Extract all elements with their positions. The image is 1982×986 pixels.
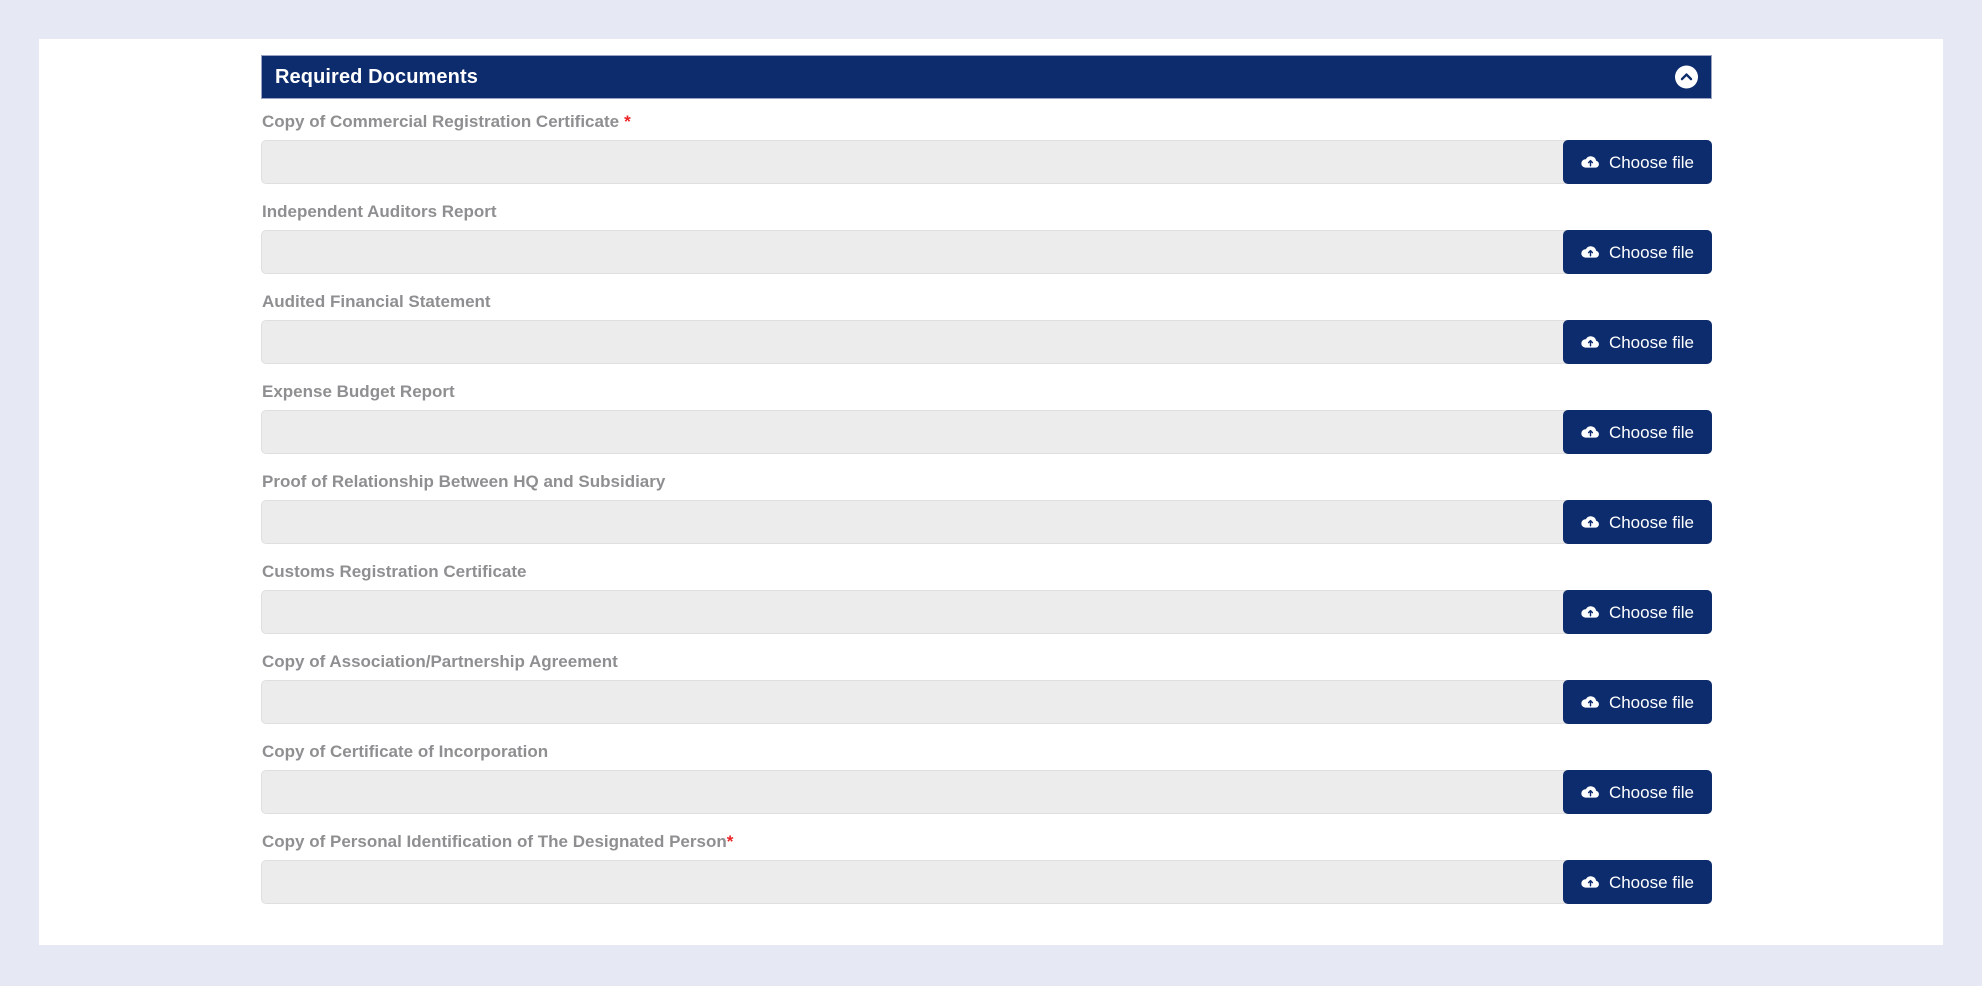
cloud-upload-icon <box>1581 515 1599 528</box>
file-name-input[interactable] <box>261 410 1712 454</box>
document-row: Independent Auditors Report Choose file <box>261 203 1712 293</box>
document-label: Proof of Relationship Between HQ and Sub… <box>261 473 1712 490</box>
document-row: Audited Financial Statement Choose file <box>261 293 1712 383</box>
file-upload-control: Choose file <box>261 770 1712 814</box>
choose-file-button[interactable]: Choose file <box>1562 230 1712 274</box>
choose-file-button[interactable]: Choose file <box>1562 320 1712 364</box>
document-label-text: Copy of Personal Identification of The D… <box>262 832 727 851</box>
document-label-text: Audited Financial Statement <box>262 292 491 311</box>
choose-file-button[interactable]: Choose file <box>1562 770 1712 814</box>
document-row: Proof of Relationship Between HQ and Sub… <box>261 473 1712 563</box>
chevron-up-icon[interactable] <box>1675 65 1698 89</box>
document-label-text: Independent Auditors Report <box>262 202 497 221</box>
cloud-upload-icon <box>1581 245 1599 258</box>
document-row: Copy of Certificate of Incorporation Cho… <box>261 743 1712 833</box>
document-label-text: Copy of Commercial Registration Certific… <box>262 112 620 131</box>
document-label: Expense Budget Report <box>261 383 1712 400</box>
panel-header: Required Documents <box>261 55 1712 99</box>
choose-file-label: Choose file <box>1608 602 1694 622</box>
choose-file-button[interactable]: Choose file <box>1562 680 1712 724</box>
file-name-input[interactable] <box>261 500 1712 544</box>
choose-file-label: Choose file <box>1608 512 1694 532</box>
required-documents-panel: Required Documents Copy of Commercial Re… <box>261 55 1712 915</box>
choose-file-label: Choose file <box>1608 422 1694 442</box>
cloud-upload-icon <box>1581 425 1599 438</box>
file-name-input[interactable] <box>261 230 1712 274</box>
document-label-text: Customs Registration Certificate <box>262 562 527 581</box>
required-asterisk: * <box>624 112 631 131</box>
choose-file-label: Choose file <box>1608 782 1694 802</box>
file-name-input[interactable] <box>261 770 1712 814</box>
choose-file-label: Choose file <box>1608 872 1694 892</box>
document-label: Independent Auditors Report <box>261 203 1712 220</box>
file-upload-control: Choose file <box>261 140 1712 184</box>
document-label: Copy of Association/Partnership Agreemen… <box>261 653 1712 670</box>
document-row: Copy of Association/Partnership Agreemen… <box>261 653 1712 743</box>
document-label: Audited Financial Statement <box>261 293 1712 310</box>
choose-file-button[interactable]: Choose file <box>1562 500 1712 544</box>
choose-file-label: Choose file <box>1608 242 1694 262</box>
file-upload-control: Choose file <box>261 860 1712 904</box>
cloud-upload-icon <box>1581 335 1599 348</box>
file-name-input[interactable] <box>261 590 1712 634</box>
choose-file-label: Choose file <box>1608 332 1694 352</box>
panel-title: Required Documents <box>275 66 478 88</box>
document-label: Customs Registration Certificate <box>261 563 1712 580</box>
required-asterisk: * <box>726 832 734 851</box>
file-upload-control: Choose file <box>261 320 1712 364</box>
document-label-text: Expense Budget Report <box>262 382 455 401</box>
file-upload-control: Choose file <box>261 680 1712 724</box>
document-label: Copy of Certificate of Incorporation <box>261 743 1712 760</box>
choose-file-label: Choose file <box>1608 152 1694 172</box>
page-card: Required Documents Copy of Commercial Re… <box>39 39 1943 945</box>
document-row: Copy of Personal Identification of The D… <box>261 833 1712 923</box>
file-name-input[interactable] <box>261 680 1712 724</box>
choose-file-button[interactable]: Choose file <box>1562 140 1712 184</box>
cloud-upload-icon <box>1581 155 1599 168</box>
file-name-input[interactable] <box>261 860 1712 904</box>
file-upload-control: Choose file <box>261 590 1712 634</box>
choose-file-button[interactable]: Choose file <box>1562 410 1712 454</box>
document-label-text: Copy of Certificate of Incorporation <box>262 742 549 761</box>
document-row: Customs Registration Certificate Choose … <box>261 563 1712 653</box>
document-row: Expense Budget Report Choose file <box>261 383 1712 473</box>
documents-list: Copy of Commercial Registration Certific… <box>261 99 1712 923</box>
document-label: Copy of Commercial Registration Certific… <box>261 113 1712 130</box>
document-label-text: Proof of Relationship Between HQ and Sub… <box>262 472 666 491</box>
choose-file-label: Choose file <box>1608 692 1694 712</box>
cloud-upload-icon <box>1581 785 1599 798</box>
file-name-input[interactable] <box>261 320 1712 364</box>
file-upload-control: Choose file <box>261 230 1712 274</box>
choose-file-button[interactable]: Choose file <box>1562 860 1712 904</box>
file-upload-control: Choose file <box>261 500 1712 544</box>
document-label-text: Copy of Association/Partnership Agreemen… <box>262 652 618 671</box>
file-name-input[interactable] <box>261 140 1712 184</box>
document-label: Copy of Personal Identification of The D… <box>261 833 1712 850</box>
choose-file-button[interactable]: Choose file <box>1562 590 1712 634</box>
cloud-upload-icon <box>1581 695 1599 708</box>
cloud-upload-icon <box>1581 875 1599 888</box>
file-upload-control: Choose file <box>261 410 1712 454</box>
cloud-upload-icon <box>1581 605 1599 618</box>
document-row: Copy of Commercial Registration Certific… <box>261 113 1712 203</box>
